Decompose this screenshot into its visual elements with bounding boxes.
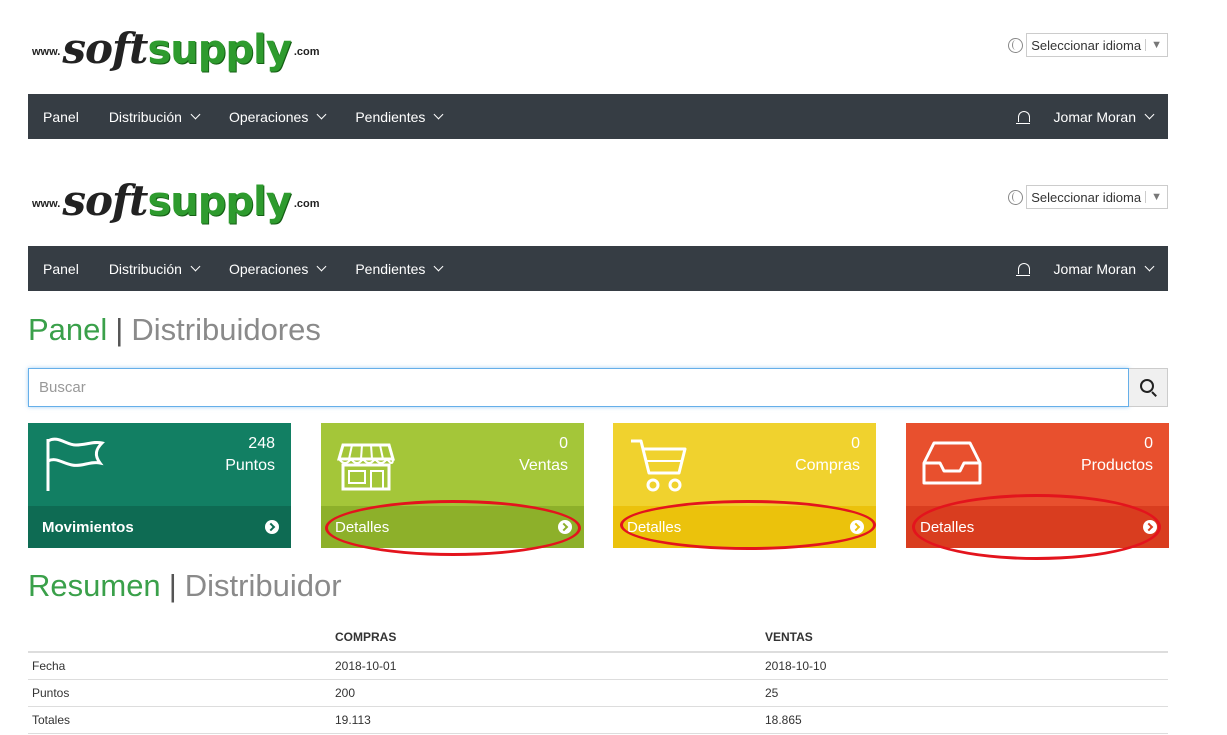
search-icon [1139,379,1154,393]
table-row: Fecha 2018-10-01 2018-10-10 [28,652,1168,680]
search-button[interactable] [1129,368,1168,407]
card-footer-detalles-compras[interactable]: Detalles [613,506,876,548]
language-selector[interactable]: Seleccionar idioma ▼ [1008,185,1168,209]
flag-icon [46,437,105,491]
user-menu[interactable]: Jomar Moran [1054,261,1168,277]
cart-icon [631,439,687,492]
arrow-circle-right-icon [558,520,572,534]
page-title: Panel | Distribuidores [28,312,321,347]
card-footer-movimientos[interactable]: Movimientos [28,506,291,548]
table-row: Puntos 200 25 [28,679,1168,707]
softsupply-logo[interactable]: www. soft supply .com [32,162,320,223]
card-ventas: 0 Ventas Detalles [321,423,584,548]
arrow-circle-right-icon [1143,520,1157,534]
card-footer-detalles-productos[interactable]: Detalles [906,506,1169,548]
notifications-button[interactable] [1003,111,1054,124]
table-row: Totales 19.113 18.865 [28,706,1168,734]
header-block-2: www. soft supply .com Seleccionar idioma… [28,162,1168,292]
card-productos: 0 Productos Detalles [906,423,1169,548]
chevron-down-icon [316,261,327,272]
nav-pendientes[interactable]: Pendientes [340,109,457,125]
header-block-1: www. soft supply .com Seleccionar idioma… [28,10,1168,140]
summary-table: COMPRAS VENTAS Fecha 2018-10-01 2018-10-… [28,623,1168,734]
search-bar [28,368,1168,407]
card-footer-detalles-ventas[interactable]: Detalles [321,506,584,548]
language-select[interactable]: Seleccionar idioma ▼ [1026,185,1168,209]
nav-operaciones[interactable]: Operaciones [214,261,340,277]
chevron-down-icon [433,109,444,120]
main-nav: Panel Distribución Operaciones Pendiente… [28,246,1168,291]
nav-pendientes[interactable]: Pendientes [340,261,457,277]
nav-distribucion[interactable]: Distribución [94,109,214,125]
notifications-button[interactable] [1003,263,1054,276]
chevron-down-icon [1144,109,1155,120]
inbox-icon [922,441,982,485]
arrow-circle-right-icon [850,520,864,534]
globe-icon [1008,189,1024,205]
summary-title: Resumen | Distribuidor [28,568,342,603]
store-icon [337,443,395,491]
chevron-down-icon [190,109,201,120]
table-header-row: COMPRAS VENTAS [28,623,1168,653]
bell-icon [1015,111,1030,124]
search-input[interactable] [28,368,1129,407]
nav-distribucion[interactable]: Distribución [94,261,214,277]
card-puntos: 248 Puntos Movimientos [28,423,291,548]
bell-icon [1015,263,1030,276]
dropdown-arrow-icon: ▼ [1145,39,1167,51]
language-select[interactable]: Seleccionar idioma ▼ [1026,33,1168,57]
nav-panel[interactable]: Panel [28,109,94,125]
main-nav: Panel Distribución Operaciones Pendiente… [28,94,1168,139]
chevron-down-icon [433,261,444,272]
arrow-circle-right-icon [265,520,279,534]
dropdown-arrow-icon: ▼ [1145,191,1167,203]
chevron-down-icon [1144,261,1155,272]
softsupply-logo[interactable]: www. soft supply .com [32,10,320,71]
nav-operaciones[interactable]: Operaciones [214,109,340,125]
globe-icon [1008,37,1024,53]
chevron-down-icon [190,261,201,272]
nav-panel[interactable]: Panel [28,261,94,277]
language-selector[interactable]: Seleccionar idioma ▼ [1008,33,1168,57]
user-menu[interactable]: Jomar Moran [1054,109,1168,125]
chevron-down-icon [316,109,327,120]
card-compras: 0 Compras Detalles [613,423,876,548]
